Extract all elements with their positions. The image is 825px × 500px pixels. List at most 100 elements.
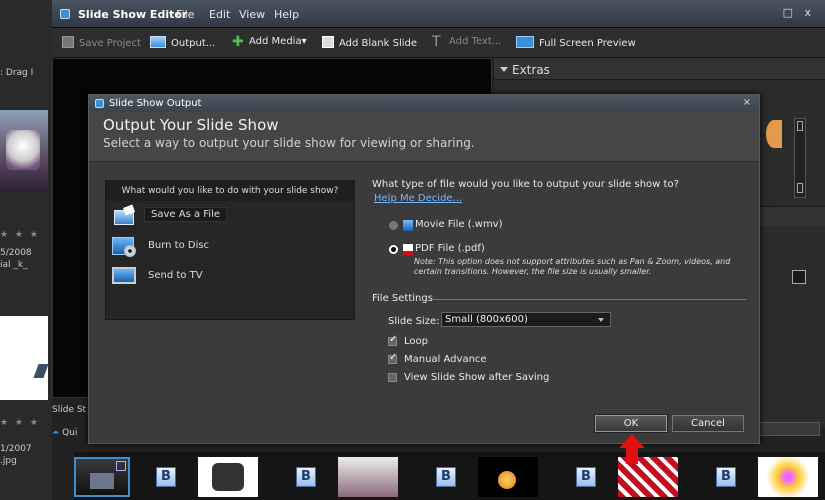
radio-button-pdf[interactable] <box>389 245 398 254</box>
film-thumb-3[interactable] <box>338 457 398 497</box>
filmstrip: B B B B B <box>74 452 825 500</box>
output-choice-panel: What would you like to do with your slid… <box>105 180 355 320</box>
view-after-saving-label: View Slide Show after Saving <box>404 372 550 383</box>
add-media-button[interactable]: ✚ Add Media▾ <box>232 34 307 50</box>
dialog-heading: Output Your Slide Show Select a way to o… <box>89 112 759 162</box>
manual-advance-checkbox[interactable] <box>388 352 397 364</box>
full-screen-preview-label: Full Screen Preview <box>539 38 636 49</box>
slide-icon <box>116 461 126 471</box>
extras-scrollbar[interactable] <box>794 118 806 198</box>
choice-send-to-tv[interactable]: Send to TV <box>112 265 348 287</box>
full-screen-preview-button[interactable]: Full Screen Preview <box>516 36 636 49</box>
dialog-heading-title: Output Your Slide Show <box>103 116 279 134</box>
film-thumb-6[interactable] <box>758 457 818 497</box>
radio-button-movie[interactable] <box>389 221 398 230</box>
manual-advance-label: Manual Advance <box>404 354 487 365</box>
collapse-caret-icon <box>500 67 508 72</box>
menu-file[interactable]: File <box>176 8 194 21</box>
disc-icon <box>112 235 136 257</box>
file-settings-label: File Settings <box>372 293 433 304</box>
choice-save-as-file-label: Save As a File <box>144 207 227 222</box>
blank-slide-b-icon-5[interactable]: B <box>716 467 736 487</box>
extras-header[interactable]: Extras <box>494 58 825 80</box>
rating-stars: ★ ★ ★ <box>0 230 40 240</box>
app-icon <box>60 9 70 19</box>
menu-edit[interactable]: Edit <box>209 8 230 21</box>
slide-size-value: Small (800x600) <box>445 314 528 325</box>
add-text-label: Add Text... <box>449 36 502 47</box>
film-thumb-2[interactable] <box>198 457 258 497</box>
window-controls[interactable]: □ x <box>783 6 815 19</box>
expand-icon: ⏶ <box>52 428 63 438</box>
quick-label-text: Qui <box>62 428 78 438</box>
quick-label[interactable]: ⏶ Qui <box>52 428 77 438</box>
menu-view[interactable]: View <box>239 8 265 21</box>
blank-slide-b-icon-4[interactable]: B <box>576 467 596 487</box>
choice-burn-to-disc[interactable]: Burn to Disc <box>112 235 348 257</box>
output-icon <box>150 36 166 48</box>
add-blank-slide-button[interactable]: Add Blank Slide <box>322 36 417 49</box>
cancel-button[interactable]: Cancel <box>672 415 744 432</box>
film-thumb-4[interactable] <box>478 457 538 497</box>
add-blank-slide-label: Add Blank Slide <box>339 38 418 49</box>
save-file-icon <box>112 204 136 227</box>
file-settings-divider <box>432 299 746 300</box>
choice-burn-to-disc-label: Burn to Disc <box>148 240 210 251</box>
file-type-question: What type of file would you like to outp… <box>372 179 679 190</box>
thumb-date: 5/2008 <box>0 248 32 258</box>
extras-checkbox[interactable] <box>792 270 806 284</box>
ok-button[interactable]: OK <box>595 415 667 432</box>
blank-slide-b-icon[interactable]: B <box>156 467 176 487</box>
thumb-date-2: 1/2007 <box>0 444 32 454</box>
blank-slide-b-icon-2[interactable]: B <box>296 467 316 487</box>
camera-icon <box>212 463 244 491</box>
blank-slide-b-icon-3[interactable]: B <box>436 467 456 487</box>
red-arrow-icon <box>619 434 645 464</box>
slide-strip-label: Slide St <box>52 405 87 415</box>
wedding-cake-thumbnail[interactable] <box>0 110 48 192</box>
tv-icon <box>112 265 136 287</box>
slide-show-output-dialog: Slide Show Output × Output Your Slide Sh… <box>88 94 760 444</box>
toolbar: Save Project Output... ✚ Add Media▾ Add B… <box>52 28 825 58</box>
slide-size-label: Slide Size: <box>388 316 440 327</box>
chevron-down-icon <box>598 318 604 322</box>
floppy-icon <box>62 36 74 48</box>
close-icon[interactable]: × <box>743 97 751 108</box>
scroll-up-icon[interactable] <box>797 121 803 131</box>
text-icon: T <box>432 34 441 50</box>
output-choice-question: What would you like to do with your slid… <box>106 181 354 201</box>
white-thumbnail[interactable] <box>0 316 49 400</box>
loop-label: Loop <box>404 336 428 347</box>
window-title: Slide Show Editor <box>78 8 188 21</box>
monitor-icon <box>516 36 534 48</box>
menu-help[interactable]: Help <box>274 8 299 21</box>
choice-save-as-file[interactable]: Save As a File <box>112 204 348 227</box>
movie-file-icon <box>403 220 413 231</box>
choice-send-to-tv-label: Send to TV <box>148 270 203 281</box>
output-label: Output... <box>171 38 216 49</box>
film-thumb-1[interactable] <box>74 457 130 497</box>
save-project-button[interactable]: Save Project <box>62 36 141 49</box>
movie-file-label: Movie File (.wmv) <box>415 219 503 230</box>
view-after-saving-checkbox[interactable] <box>388 373 397 382</box>
help-me-decide-link[interactable]: Help Me Decide... <box>374 193 462 204</box>
slide-size-select[interactable]: Small (800x600) <box>441 312 611 327</box>
left-side-panel: : Drag I ★ ★ ★ 5/2008 ial _k_ ★ ★ ★ 1/20… <box>0 0 52 500</box>
dialog-heading-subtitle: Select a way to output your slide show f… <box>103 136 475 150</box>
add-media-label: Add Media▾ <box>249 36 307 47</box>
thumb-ext-2: .jpg <box>0 456 17 466</box>
scroll-down-icon[interactable] <box>797 183 803 193</box>
save-project-label: Save Project <box>79 38 141 49</box>
pdf-note: Note: This option does not support attri… <box>414 257 731 276</box>
rating-stars-2: ★ ★ ★ <box>0 418 40 428</box>
output-button[interactable]: Output... <box>150 36 215 49</box>
add-text-button[interactable]: T Add Text... <box>432 34 502 50</box>
dialog-title: Slide Show Output <box>109 98 202 109</box>
pdf-file-label: PDF File (.pdf) <box>415 243 485 254</box>
loop-checkbox[interactable] <box>388 334 397 346</box>
candle-icon <box>498 471 516 489</box>
blank-slide-icon <box>322 36 334 48</box>
dialog-app-icon <box>95 99 104 108</box>
plus-icon: ✚ <box>232 34 244 50</box>
cake-image <box>6 130 40 170</box>
